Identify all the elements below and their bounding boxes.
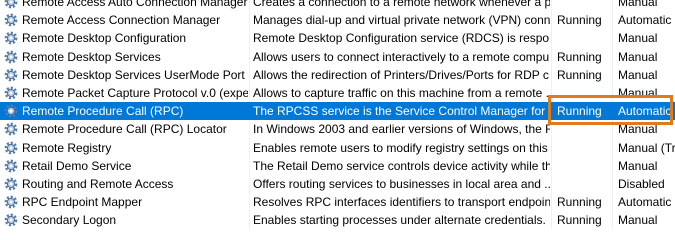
service-description: Manages dial-up and virtual private netw… — [253, 13, 550, 28]
service-row[interactable]: Remote Access Connection Manager Manages … — [0, 11, 675, 29]
service-row[interactable]: Remote Desktop Services UserMode Port R.… — [0, 66, 675, 84]
service-name: RPC Endpoint Mapper — [22, 195, 143, 210]
gear-icon — [3, 120, 21, 138]
service-status: Running — [557, 104, 602, 119]
gear-icon — [3, 84, 21, 102]
service-row[interactable]: Routing and Remote Access Offers routing … — [0, 175, 675, 193]
service-name: Remote Desktop Configuration — [22, 31, 187, 46]
service-status: Running — [557, 13, 602, 28]
gear-icon — [3, 211, 21, 229]
gear-icon — [3, 139, 21, 157]
service-startup-type: Manual — [618, 31, 658, 46]
service-name: Remote Procedure Call (RPC) Locator — [22, 122, 227, 137]
service-description: Enables starting processes under alterna… — [253, 213, 550, 228]
service-status: Running — [557, 195, 602, 210]
service-name: Routing and Remote Access — [22, 176, 174, 191]
service-row[interactable]: Remote Procedure Call (RPC) Locator In Wi… — [0, 120, 675, 138]
gear-icon — [3, 11, 21, 29]
service-startup-type: Manual — [618, 122, 658, 137]
service-status — [557, 84, 613, 102]
service-status — [557, 157, 613, 175]
service-name: Remote Access Connection Manager — [22, 13, 221, 28]
service-startup-type: Manual — [618, 85, 658, 100]
service-startup-type: Manual (Trig — [618, 140, 675, 155]
service-status — [557, 175, 613, 193]
service-startup-type: Manual — [618, 213, 658, 228]
service-status — [557, 0, 613, 11]
service-description: Creates a connection to a remote network… — [253, 0, 550, 9]
service-startup-type: Manual — [618, 158, 658, 173]
service-name: Remote Procedure Call (RPC) — [22, 104, 184, 119]
service-name: Secondary Logon — [22, 213, 117, 228]
service-startup-type: Automatic — [618, 195, 672, 210]
service-name: Remote Packet Capture Protocol v.0 (expe… — [22, 85, 248, 100]
service-description: In Windows 2003 and earlier versions of … — [253, 122, 550, 137]
service-name: Retail Demo Service — [22, 158, 132, 173]
service-description: Allows to capture traffic on this machin… — [253, 85, 550, 100]
service-row[interactable]: Remote Desktop Configuration Remote Deskt… — [0, 29, 675, 47]
service-description: Enables remote users to modify registry … — [253, 140, 550, 155]
service-description: Resolves RPC interfaces identifiers to t… — [253, 195, 550, 210]
service-startup-type: Manual — [618, 49, 658, 64]
service-status — [557, 139, 613, 157]
gear-icon — [3, 29, 21, 47]
service-description: The RPCSS service is the Service Control… — [253, 104, 550, 119]
service-status: Running — [557, 67, 602, 82]
gear-icon — [3, 193, 21, 211]
services-list: Remote Access Auto Connection Manager Cre… — [0, 0, 675, 230]
service-name: Remote Desktop Services — [22, 49, 161, 64]
service-description: Remote Desktop Configuration service (RD… — [253, 31, 550, 46]
gear-icon — [3, 66, 21, 84]
service-row[interactable]: Remote Procedure Call (RPC) The RPCSS ser… — [0, 102, 675, 121]
service-row[interactable]: Retail Demo Service The Retail Demo servi… — [0, 157, 675, 175]
service-description: Offers routing services to businesses in… — [253, 176, 550, 191]
service-description: Allows the redirection of Printers/Drive… — [253, 67, 550, 82]
service-startup-type: Automatic — [618, 13, 672, 28]
gear-icon — [3, 157, 21, 175]
gear-icon — [3, 0, 21, 11]
service-status: Running — [557, 49, 602, 64]
service-startup-type: Disabled — [618, 176, 665, 191]
service-status — [557, 120, 613, 138]
service-row[interactable]: Remote Desktop Services Allows users to c… — [0, 48, 675, 66]
service-startup-type: Manual — [618, 0, 658, 9]
service-description: Allows users to connect interactively to… — [253, 49, 550, 64]
gear-icon — [3, 175, 21, 193]
service-row[interactable]: Remote Registry Enables remote users to m… — [0, 139, 675, 157]
service-status — [557, 29, 613, 47]
service-startup-type: Automatic — [618, 104, 672, 119]
service-row[interactable]: Remote Packet Capture Protocol v.0 (expe… — [0, 84, 675, 102]
service-name: Remote Access Auto Connection Manager — [22, 0, 248, 9]
service-row[interactable]: RPC Endpoint Mapper Resolves RPC interfac… — [0, 193, 675, 211]
service-name: Remote Registry — [22, 140, 112, 155]
service-row[interactable]: Secondary Logon Enables starting processe… — [0, 211, 675, 229]
service-row[interactable]: Remote Access Auto Connection Manager Cre… — [0, 0, 675, 11]
gear-icon — [3, 102, 21, 120]
gear-icon — [3, 48, 21, 66]
service-status: Running — [557, 213, 602, 228]
service-startup-type: Manual — [618, 67, 658, 82]
service-name: Remote Desktop Services UserMode Port R.… — [22, 67, 248, 82]
service-description: The Retail Demo service controls device … — [253, 158, 550, 173]
